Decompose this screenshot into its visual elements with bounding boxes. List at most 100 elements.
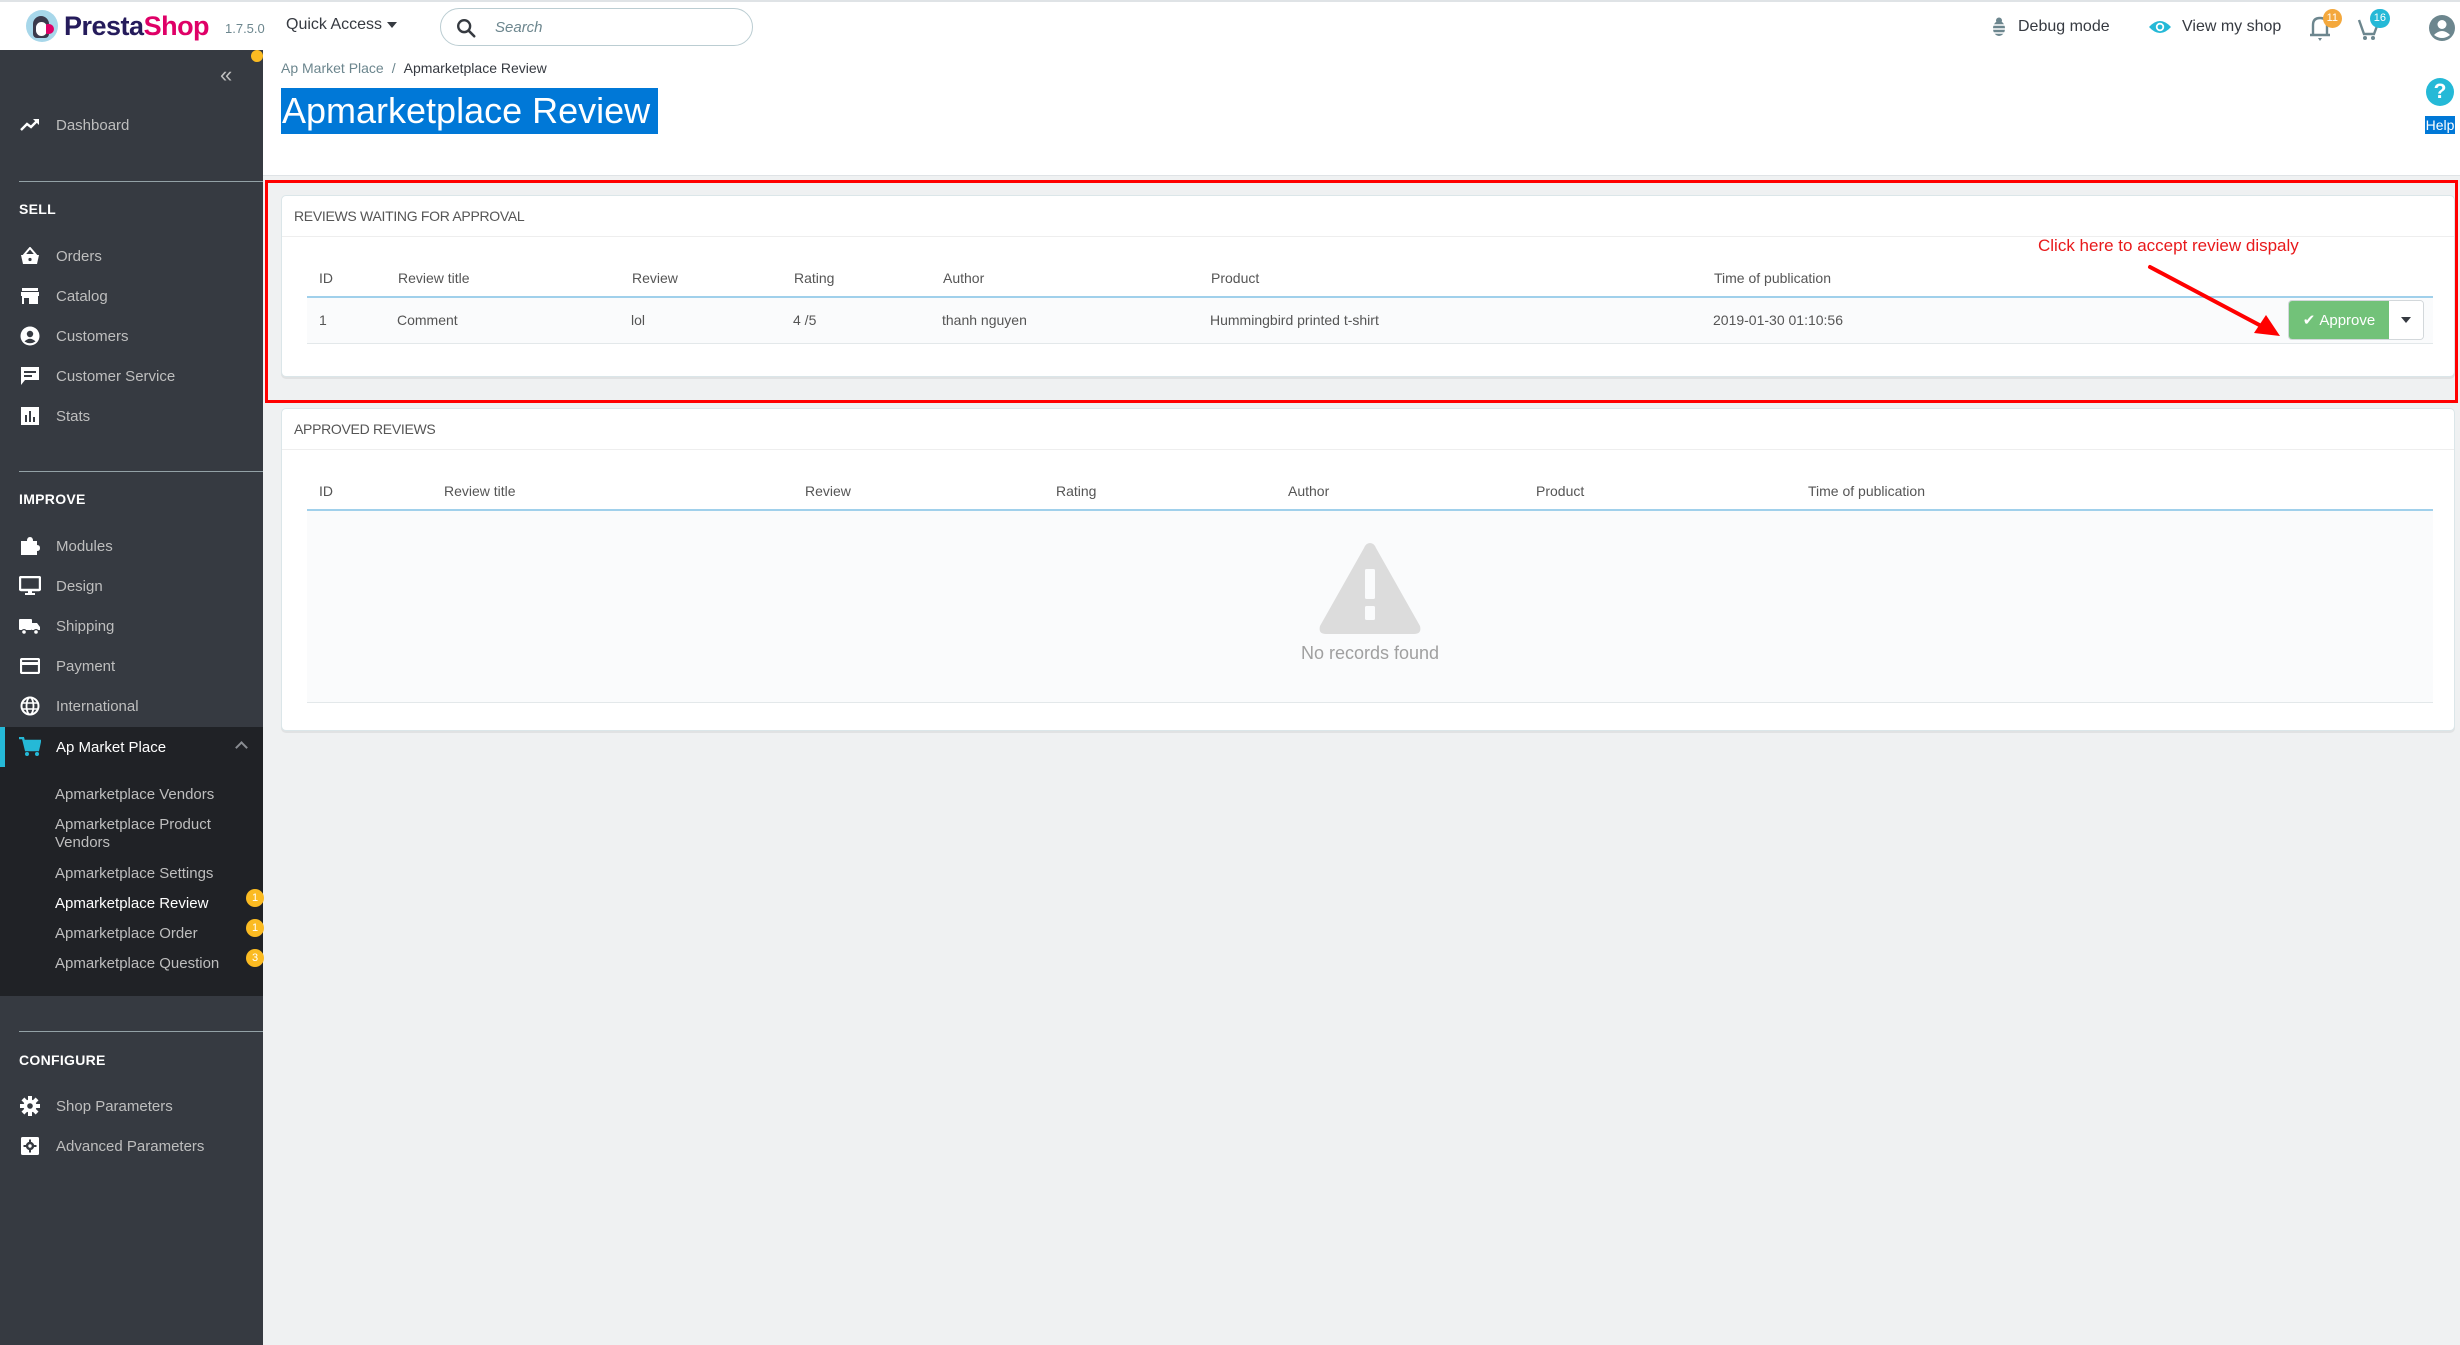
globe-icon [19, 695, 41, 717]
no-records-message: No records found [1300, 643, 1440, 663]
cart-icon [19, 736, 41, 758]
column-header[interactable]: Author [1288, 483, 1329, 499]
breadcrumb-parent-link[interactable]: Ap Market Place [281, 60, 384, 76]
sidebar-update-dot [251, 50, 263, 62]
breadcrumb: Ap Market Place / Apmarketplace Review [281, 60, 547, 76]
section-title-sell: SELL [19, 201, 56, 217]
quick-access-label: Quick Access [286, 16, 383, 33]
account-icon [2429, 15, 2455, 41]
sidebar-nav: « Dashboard SELL Orders Catalog Customer… [0, 50, 264, 1345]
sidebar-item-label: Shipping [56, 617, 115, 635]
submenu-item-product-vendors[interactable]: Apmarketplace Product Vendors [55, 816, 245, 852]
orders-notification-button[interactable]: 16 [2356, 9, 2390, 42]
column-header[interactable]: Review [805, 483, 851, 499]
employee-profile-button[interactable] [2428, 14, 2456, 42]
version-label: 1.7.5.0 [225, 21, 265, 36]
sidebar-item-dashboard[interactable]: Dashboard [0, 105, 263, 145]
gear-icon [19, 1095, 41, 1117]
debug-mode-label: Debug mode [2018, 18, 2110, 35]
column-header[interactable]: Product [1536, 483, 1584, 499]
column-header[interactable]: Rating [1056, 483, 1096, 499]
sidebar-item-international[interactable]: International [0, 686, 263, 726]
desktop-icon [19, 575, 41, 597]
table-header: ID Review title Review Rating Author Pro… [307, 471, 2433, 511]
sidebar-item-design[interactable]: Design [0, 566, 263, 606]
eye-icon [2149, 21, 2171, 33]
sidebar-item-ap-market-place[interactable]: Ap Market Place [0, 727, 263, 767]
column-header[interactable]: Time of publication [1808, 483, 1925, 499]
sidebar-item-payment[interactable]: Payment [0, 646, 263, 686]
truck-icon [19, 615, 41, 637]
sidebar-item-label: Stats [56, 407, 91, 425]
account-circle-icon [19, 325, 41, 347]
search-icon[interactable] [455, 17, 477, 39]
section-title-configure: CONFIGURE [19, 1052, 106, 1068]
collapse-sidebar-icon[interactable]: « [220, 64, 232, 86]
quick-access-dropdown[interactable]: Quick Access [286, 16, 398, 34]
view-my-shop-label: View my shop [2182, 18, 2282, 35]
search-input[interactable] [495, 15, 735, 39]
sidebar-divider [19, 181, 263, 182]
sidebar-item-label: Advanced Parameters [56, 1137, 205, 1155]
sidebar-item-label: Modules [56, 537, 113, 555]
sidebar-item-label: Design [56, 577, 103, 595]
sidebar-item-label: Dashboard [56, 116, 130, 134]
sidebar-item-label: Catalog [56, 287, 108, 305]
submenu-item-question[interactable]: Apmarketplace Question [55, 955, 245, 973]
column-header[interactable]: Review title [444, 483, 516, 499]
chat-icon [19, 365, 41, 387]
sidebar-item-label: Ap Market Place [56, 738, 167, 756]
approved-reviews-panel: Approved reviews ID Review title Review … [281, 408, 2455, 731]
annotation-highlight-box [265, 180, 2458, 403]
basket-icon [19, 245, 41, 267]
help-button[interactable]: ? Help [2420, 78, 2460, 135]
debug-mode-link[interactable]: Debug mode [1990, 2, 2110, 52]
section-title-improve: IMPROVE [19, 491, 86, 507]
page-title: Apmarketplace Review [281, 88, 659, 134]
sidebar-item-label: International [56, 697, 139, 715]
submenu-item-review[interactable]: Apmarketplace Review [55, 895, 245, 913]
sidebar-item-label: Shop Parameters [56, 1097, 173, 1115]
breadcrumb-current: Apmarketplace Review [403, 60, 547, 76]
sidebar-item-catalog[interactable]: Catalog [0, 276, 263, 316]
search-box[interactable] [440, 8, 753, 46]
caret-down-icon [387, 21, 398, 28]
bug-icon [1991, 17, 2007, 36]
empty-table-body: No records found [307, 511, 2433, 703]
brand-shop: Shop [143, 10, 210, 41]
review-count-badge: 1 [246, 889, 264, 907]
annotation-text: Click here to accept review dispaly [2038, 236, 2299, 255]
page-header: Ap Market Place / Apmarketplace Review Apm… [263, 50, 2460, 176]
warning-icon [1319, 543, 1421, 634]
brand-name: PrestaShop [64, 10, 210, 42]
sidebar-divider [19, 471, 263, 472]
submenu-item-order[interactable]: Apmarketplace Order [55, 925, 245, 943]
prestashop-logo[interactable]: PrestaShop [26, 10, 210, 42]
sidebar-item-orders[interactable]: Orders [0, 236, 263, 276]
view-my-shop-link[interactable]: View my shop [2148, 2, 2281, 52]
orders-count-badge: 16 [2369, 9, 2390, 28]
notification-count-badge: 11 [2322, 9, 2342, 28]
brand-presta: Presta [64, 10, 144, 41]
question-count-badge: 3 [246, 949, 264, 967]
sidebar-item-shipping[interactable]: Shipping [0, 606, 263, 646]
credit-card-icon [19, 655, 41, 677]
sidebar-item-shop-parameters[interactable]: Shop Parameters [0, 1086, 263, 1126]
submenu-item-vendors[interactable]: Apmarketplace Vendors [55, 786, 245, 804]
bar-chart-icon [19, 405, 41, 427]
sidebar-item-label: Orders [56, 247, 102, 265]
breadcrumb-separator: / [391, 60, 396, 76]
notifications-button[interactable]: 11 [2308, 9, 2342, 42]
sidebar-item-customers[interactable]: Customers [0, 316, 263, 356]
sidebar-item-customer-service[interactable]: Customer Service [0, 356, 263, 396]
sidebar-item-advanced-parameters[interactable]: Advanced Parameters [0, 1126, 263, 1166]
trending-up-icon [19, 114, 41, 136]
sidebar-item-stats[interactable]: Stats [0, 396, 263, 436]
help-icon: ? [2426, 78, 2454, 106]
sidebar-item-label: Payment [56, 657, 116, 675]
submenu-item-settings[interactable]: Apmarketplace Settings [55, 865, 245, 883]
sidebar-item-label: Customer Service [56, 367, 176, 385]
column-header[interactable]: ID [319, 483, 333, 499]
sidebar-item-modules[interactable]: Modules [0, 526, 263, 566]
chevron-up-icon[interactable] [235, 741, 248, 754]
